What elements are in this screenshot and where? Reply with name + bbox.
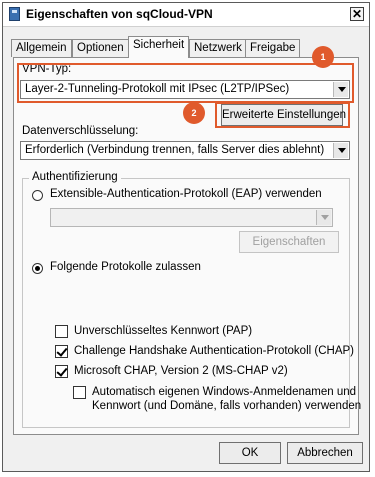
callout-badge-1: 1 — [312, 46, 334, 68]
pap-checkbox[interactable] — [55, 325, 68, 338]
properties-dialog: Eigenschaften von sqCloud-VPN ✕ Allgemei… — [2, 2, 370, 472]
eap-radio-label[interactable]: Extensible-Authentication-Protokoll (EAP… — [50, 188, 322, 200]
encryption-label: Datenverschlüsselung: — [22, 125, 139, 137]
auto-logon-checkbox[interactable] — [73, 386, 86, 399]
eap-properties-button[interactable]: Eigenschaften — [239, 231, 339, 253]
callout-badge-2: 2 — [183, 102, 205, 124]
eap-radio[interactable] — [32, 190, 43, 201]
authentication-group-title: Authentifizierung — [29, 171, 121, 183]
chap-checkbox[interactable] — [55, 345, 68, 358]
encryption-select[interactable]: Erforderlich (Verbindung trennen, falls … — [20, 141, 350, 160]
chevron-down-icon[interactable] — [333, 143, 348, 158]
mschap-v2-checkbox[interactable] — [55, 365, 68, 378]
window-title: Eigenschaften von sqCloud-VPN — [26, 7, 213, 21]
allow-protocols-radio-label[interactable]: Folgende Protokolle zulassen — [50, 261, 201, 273]
mschap-v2-label[interactable]: Microsoft CHAP, Version 2 (MS-CHAP v2) — [74, 365, 288, 377]
tab-allgemein[interactable]: Allgemein — [11, 39, 72, 57]
allow-protocols-radio[interactable] — [32, 263, 43, 274]
title-bar[interactable]: Eigenschaften von sqCloud-VPN ✕ — [3, 3, 369, 27]
network-connection-icon — [9, 7, 20, 21]
auto-logon-label-line2[interactable]: Kennwort (und Domäne, falls vorhanden) v… — [92, 400, 361, 412]
tab-sicherheit[interactable]: Sicherheit — [128, 36, 190, 58]
encryption-value: Erforderlich (Verbindung trennen, falls … — [25, 144, 325, 156]
chevron-down-icon[interactable] — [316, 210, 331, 225]
auto-logon-label-line1[interactable]: Automatisch eigenen Windows-Anmeldenamen… — [92, 386, 356, 398]
cancel-button[interactable]: Abbrechen — [287, 442, 363, 464]
chap-label[interactable]: Challenge Handshake Authentication-Proto… — [74, 345, 354, 357]
tab-freigabe[interactable]: Freigabe — [245, 39, 301, 57]
highlight-box-advanced-settings — [215, 102, 350, 128]
authentication-group: Authentifizierung Extensible-Authenticat… — [22, 171, 361, 428]
tab-optionen[interactable]: Optionen — [72, 39, 129, 57]
pap-label[interactable]: Unverschlüsseltes Kennwort (PAP) — [74, 325, 252, 337]
highlight-box-vpn-type — [17, 63, 354, 103]
tab-netzwerk[interactable]: Netzwerk — [189, 39, 247, 57]
eap-method-select[interactable] — [50, 208, 333, 227]
close-button[interactable]: ✕ — [350, 7, 364, 21]
ok-button[interactable]: OK — [219, 442, 281, 464]
close-icon: ✕ — [351, 7, 363, 21]
